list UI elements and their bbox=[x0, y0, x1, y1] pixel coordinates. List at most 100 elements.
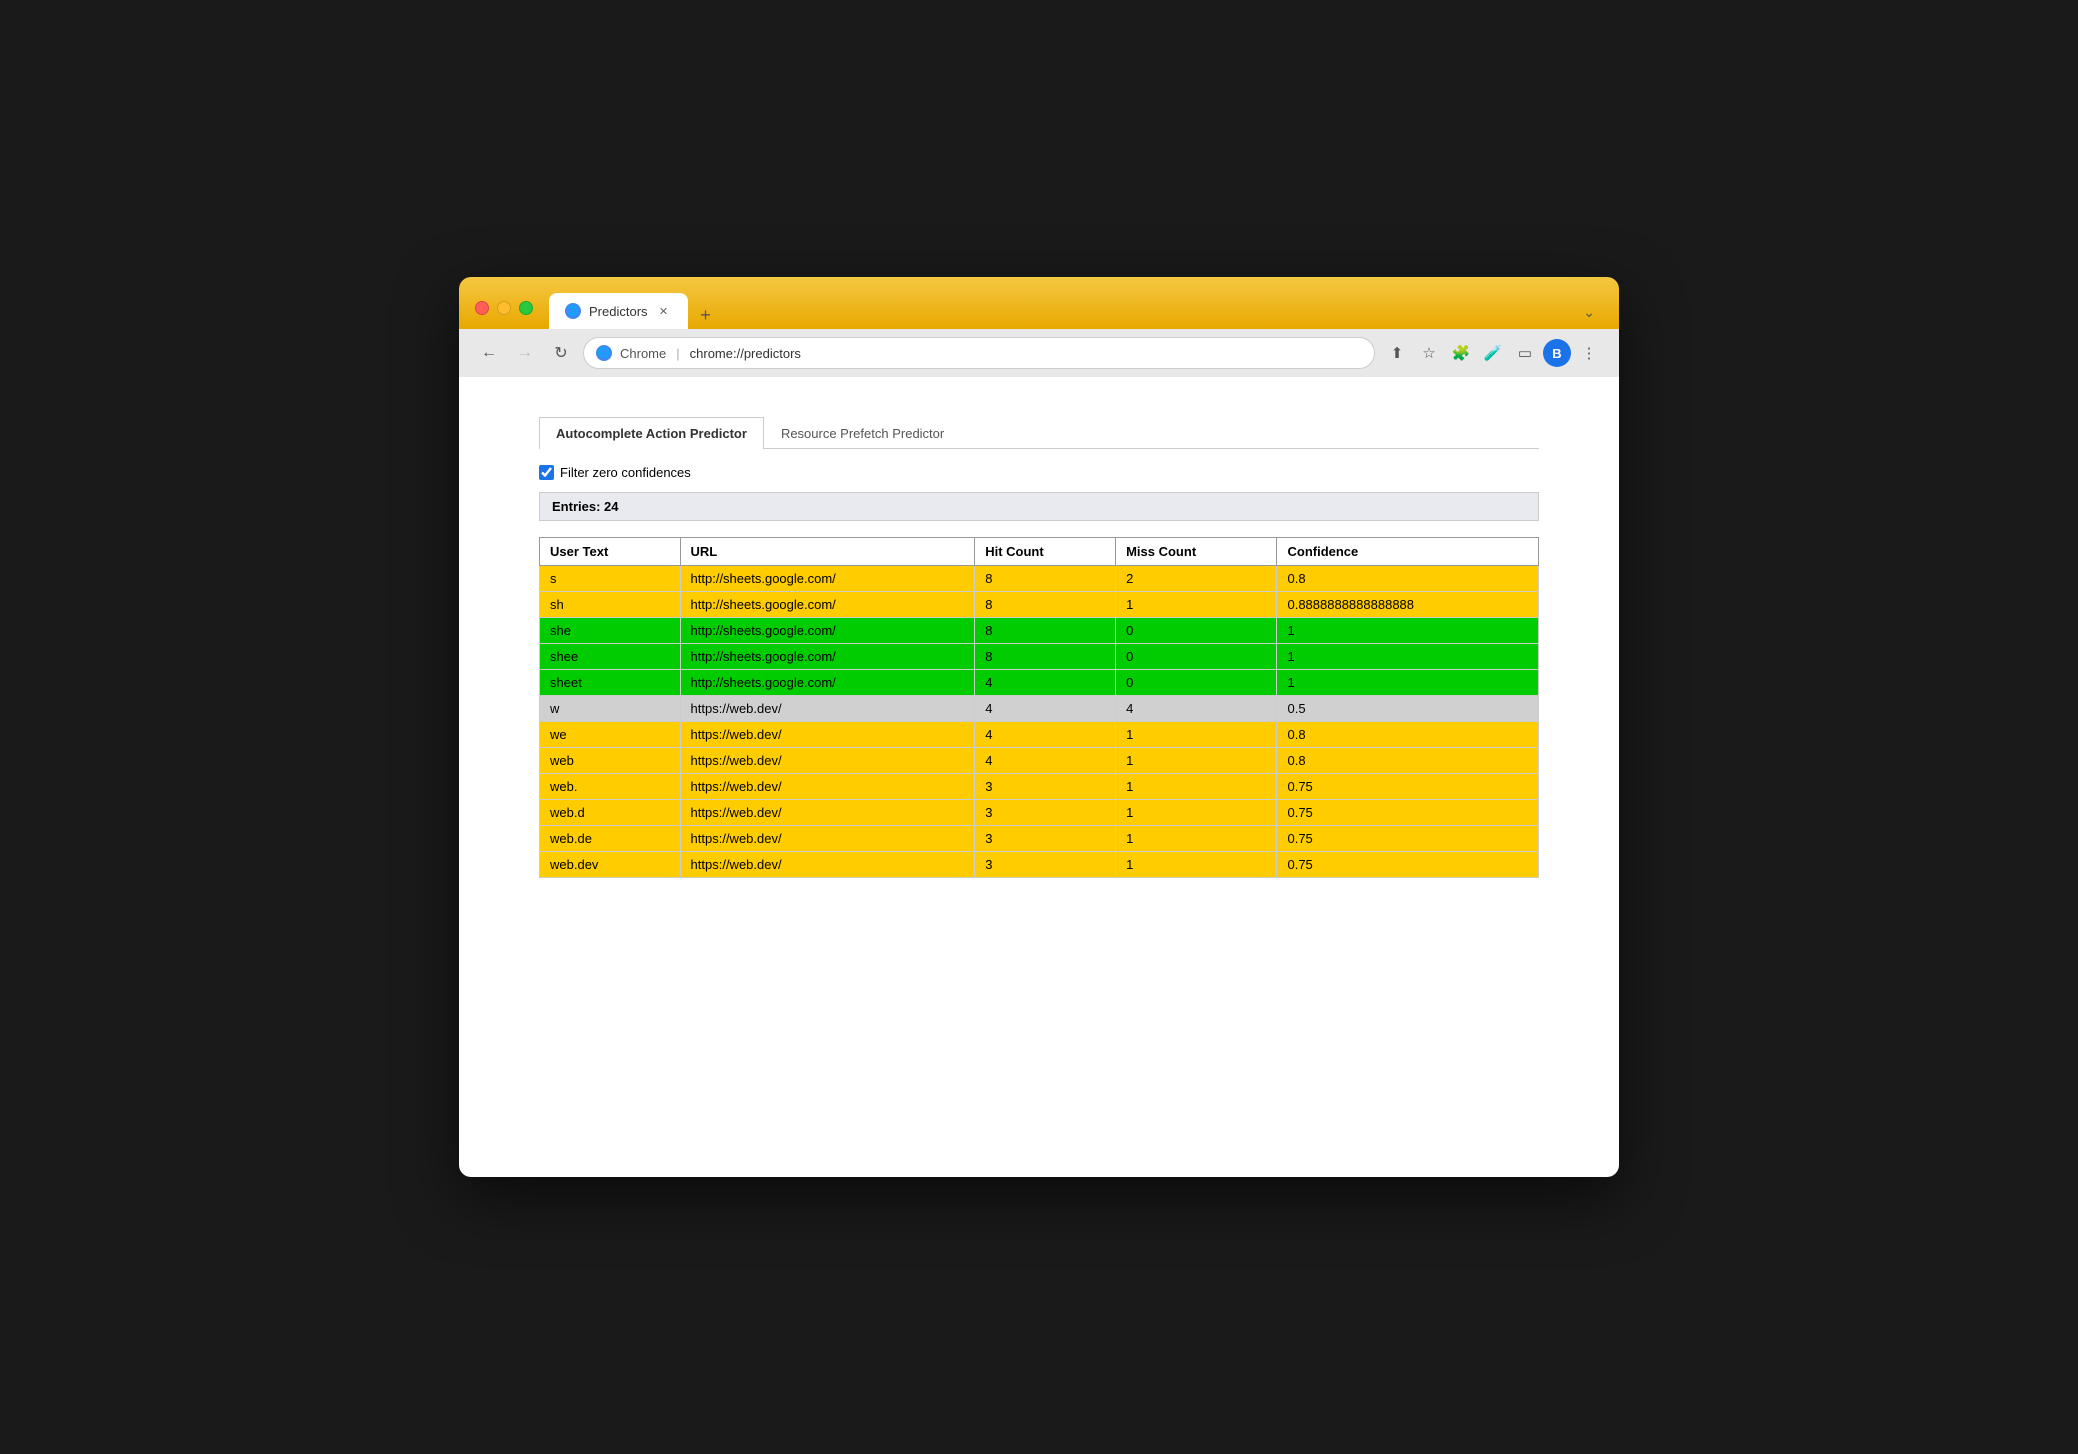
tab-prefetch[interactable]: Resource Prefetch Predictor bbox=[764, 417, 961, 449]
cell-hit-count: 8 bbox=[975, 618, 1116, 644]
cell-confidence: 1 bbox=[1277, 644, 1539, 670]
cell-url: https://web.dev/ bbox=[680, 722, 975, 748]
bookmark-button[interactable]: ☆ bbox=[1415, 339, 1443, 367]
cell-confidence: 0.75 bbox=[1277, 800, 1539, 826]
table-row: w https://web.dev/ 4 4 0.5 bbox=[540, 696, 1539, 722]
cell-miss-count: 1 bbox=[1116, 852, 1277, 878]
col-header-user-text: User Text bbox=[540, 538, 681, 566]
share-button[interactable]: ⬆ bbox=[1383, 339, 1411, 367]
sidebar-button[interactable]: ▭ bbox=[1511, 339, 1539, 367]
nav-bar: ← → ↻ 🌐 Chrome | chrome://predictors ⬆ ☆… bbox=[459, 329, 1619, 377]
cell-user-text: shee bbox=[540, 644, 681, 670]
close-button[interactable] bbox=[475, 301, 489, 315]
cell-hit-count: 4 bbox=[975, 748, 1116, 774]
cell-hit-count: 3 bbox=[975, 826, 1116, 852]
cell-user-text: web.d bbox=[540, 800, 681, 826]
forward-button[interactable]: → bbox=[511, 339, 539, 367]
address-separator: | bbox=[676, 346, 679, 361]
cell-user-text: she bbox=[540, 618, 681, 644]
page-content: Autocomplete Action Predictor Resource P… bbox=[459, 377, 1619, 1177]
table-row: we https://web.dev/ 4 1 0.8 bbox=[540, 722, 1539, 748]
cell-url: https://web.dev/ bbox=[680, 800, 975, 826]
filter-checkbox[interactable] bbox=[539, 465, 554, 480]
cell-user-text: w bbox=[540, 696, 681, 722]
tab-close-button[interactable]: ✕ bbox=[656, 303, 672, 319]
labs-button[interactable]: 🧪 bbox=[1479, 339, 1507, 367]
table-row: web.d https://web.dev/ 3 1 0.75 bbox=[540, 800, 1539, 826]
site-icon: 🌐 bbox=[596, 345, 612, 361]
tabs-area: 🌐 Predictors ✕ + ⌄ bbox=[541, 293, 1603, 329]
cell-miss-count: 0 bbox=[1116, 670, 1277, 696]
col-header-hit-count: Hit Count bbox=[975, 538, 1116, 566]
title-bar: 🌐 Predictors ✕ + ⌄ bbox=[459, 277, 1619, 329]
nav-actions: ⬆ ☆ 🧩 🧪 ▭ B ⋮ bbox=[1383, 339, 1603, 367]
cell-hit-count: 4 bbox=[975, 670, 1116, 696]
cell-user-text: web bbox=[540, 748, 681, 774]
cell-hit-count: 3 bbox=[975, 800, 1116, 826]
cell-miss-count: 1 bbox=[1116, 722, 1277, 748]
cell-url: https://web.dev/ bbox=[680, 826, 975, 852]
traffic-lights bbox=[475, 293, 533, 315]
menu-button[interactable]: ⋮ bbox=[1575, 339, 1603, 367]
cell-user-text: we bbox=[540, 722, 681, 748]
cell-miss-count: 1 bbox=[1116, 748, 1277, 774]
cell-confidence: 0.8888888888888888 bbox=[1277, 592, 1539, 618]
cell-confidence: 0.75 bbox=[1277, 774, 1539, 800]
cell-hit-count: 3 bbox=[975, 774, 1116, 800]
cell-miss-count: 1 bbox=[1116, 592, 1277, 618]
cell-user-text: web.de bbox=[540, 826, 681, 852]
table-row: sheet http://sheets.google.com/ 4 0 1 bbox=[540, 670, 1539, 696]
cell-miss-count: 4 bbox=[1116, 696, 1277, 722]
cell-url: https://web.dev/ bbox=[680, 774, 975, 800]
cell-url: https://web.dev/ bbox=[680, 696, 975, 722]
cell-url: http://sheets.google.com/ bbox=[680, 618, 975, 644]
cell-url: http://sheets.google.com/ bbox=[680, 670, 975, 696]
cell-user-text: web. bbox=[540, 774, 681, 800]
table-row: shee http://sheets.google.com/ 8 0 1 bbox=[540, 644, 1539, 670]
active-tab[interactable]: 🌐 Predictors ✕ bbox=[549, 293, 688, 329]
entries-bar: Entries: 24 bbox=[539, 492, 1539, 521]
refresh-button[interactable]: ↻ bbox=[547, 339, 575, 367]
address-url: chrome://predictors bbox=[690, 346, 801, 361]
cell-confidence: 0.75 bbox=[1277, 826, 1539, 852]
new-tab-button[interactable]: + bbox=[692, 301, 720, 329]
cell-miss-count: 2 bbox=[1116, 566, 1277, 592]
col-header-url: URL bbox=[680, 538, 975, 566]
filter-label-text: Filter zero confidences bbox=[560, 465, 691, 480]
cell-confidence: 0.75 bbox=[1277, 852, 1539, 878]
address-site-name: Chrome bbox=[620, 346, 666, 361]
table-row: web. https://web.dev/ 3 1 0.75 bbox=[540, 774, 1539, 800]
tab-title: Predictors bbox=[589, 304, 648, 319]
extensions-button[interactable]: 🧩 bbox=[1447, 339, 1475, 367]
tab-favicon: 🌐 bbox=[565, 303, 581, 319]
tab-menu-button[interactable]: ⌄ bbox=[1575, 296, 1603, 329]
cell-url: http://sheets.google.com/ bbox=[680, 592, 975, 618]
cell-url: https://web.dev/ bbox=[680, 748, 975, 774]
cell-url: http://sheets.google.com/ bbox=[680, 644, 975, 670]
cell-user-text: web.dev bbox=[540, 852, 681, 878]
cell-hit-count: 3 bbox=[975, 852, 1116, 878]
cell-miss-count: 1 bbox=[1116, 800, 1277, 826]
table-row: web.dev https://web.dev/ 3 1 0.75 bbox=[540, 852, 1539, 878]
filter-row: Filter zero confidences bbox=[539, 465, 1539, 480]
table-row: she http://sheets.google.com/ 8 0 1 bbox=[540, 618, 1539, 644]
filter-label[interactable]: Filter zero confidences bbox=[539, 465, 691, 480]
profile-button[interactable]: B bbox=[1543, 339, 1571, 367]
cell-hit-count: 4 bbox=[975, 722, 1116, 748]
cell-miss-count: 0 bbox=[1116, 644, 1277, 670]
table-row: web https://web.dev/ 4 1 0.8 bbox=[540, 748, 1539, 774]
cell-hit-count: 4 bbox=[975, 696, 1116, 722]
minimize-button[interactable] bbox=[497, 301, 511, 315]
address-bar[interactable]: 🌐 Chrome | chrome://predictors bbox=[583, 337, 1375, 369]
maximize-button[interactable] bbox=[519, 301, 533, 315]
cell-url: http://sheets.google.com/ bbox=[680, 566, 975, 592]
tab-autocomplete[interactable]: Autocomplete Action Predictor bbox=[539, 417, 764, 449]
table-row: web.de https://web.dev/ 3 1 0.75 bbox=[540, 826, 1539, 852]
cell-hit-count: 8 bbox=[975, 592, 1116, 618]
back-button[interactable]: ← bbox=[475, 339, 503, 367]
data-table: User Text URL Hit Count Miss Count Confi… bbox=[539, 537, 1539, 878]
cell-confidence: 1 bbox=[1277, 618, 1539, 644]
cell-user-text: sheet bbox=[540, 670, 681, 696]
cell-hit-count: 8 bbox=[975, 566, 1116, 592]
cell-user-text: s bbox=[540, 566, 681, 592]
